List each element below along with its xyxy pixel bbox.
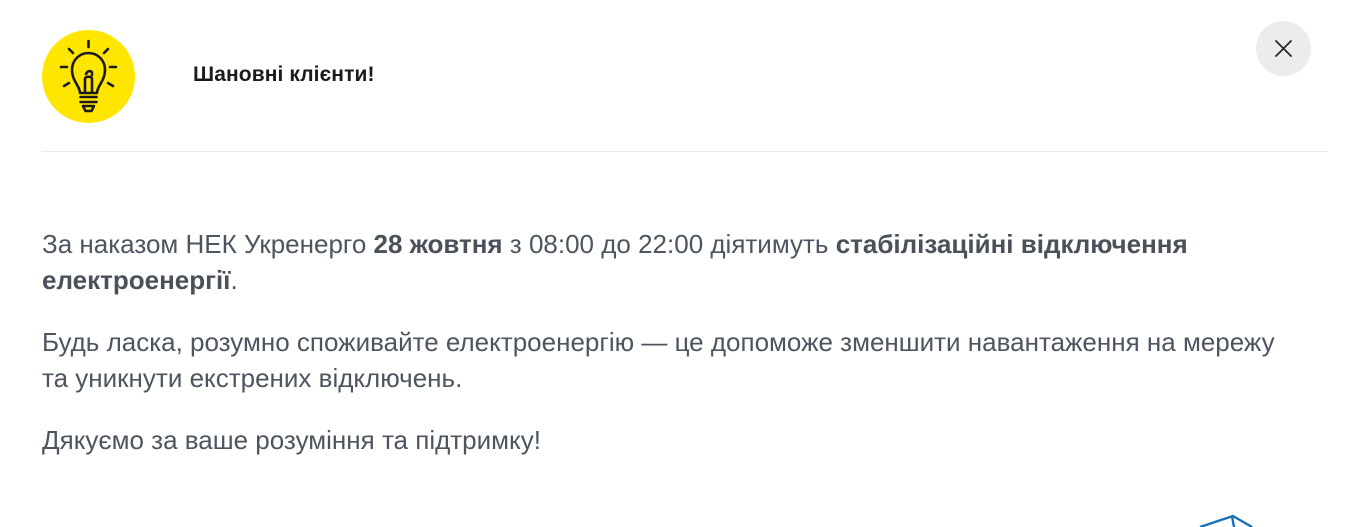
date-highlight: 28 жовтня bbox=[373, 229, 503, 259]
message-paragraph-2: Будь ласка, розумно споживайте електроен… bbox=[42, 327, 1275, 393]
modal-header: Шановні клієнти! bbox=[42, 30, 1328, 123]
message-text: . bbox=[230, 265, 238, 295]
message-paragraph-1: За наказом НЕК Укренерго 28 жовтня з 08:… bbox=[42, 226, 1302, 298]
announcement-modal: Шановні клієнти! За наказом НЕК Укренерг… bbox=[0, 0, 1357, 527]
message-text: з 08:00 до 22:00 діятимуть bbox=[502, 229, 836, 259]
close-icon bbox=[1275, 40, 1292, 57]
close-button[interactable] bbox=[1256, 21, 1311, 76]
modal-title: Шановні клієнти! bbox=[193, 63, 375, 86]
message-paragraph-3: Дякуємо за ваше розуміння та підтримку! bbox=[42, 425, 541, 455]
logo-icon bbox=[1199, 514, 1253, 527]
header-divider bbox=[42, 151, 1328, 152]
message-text: За наказом НЕК Укренерго bbox=[42, 229, 374, 259]
lightbulb-icon bbox=[42, 30, 135, 123]
message-body: За наказом НЕК Укренерго 28 жовтня з 08:… bbox=[42, 226, 1302, 484]
